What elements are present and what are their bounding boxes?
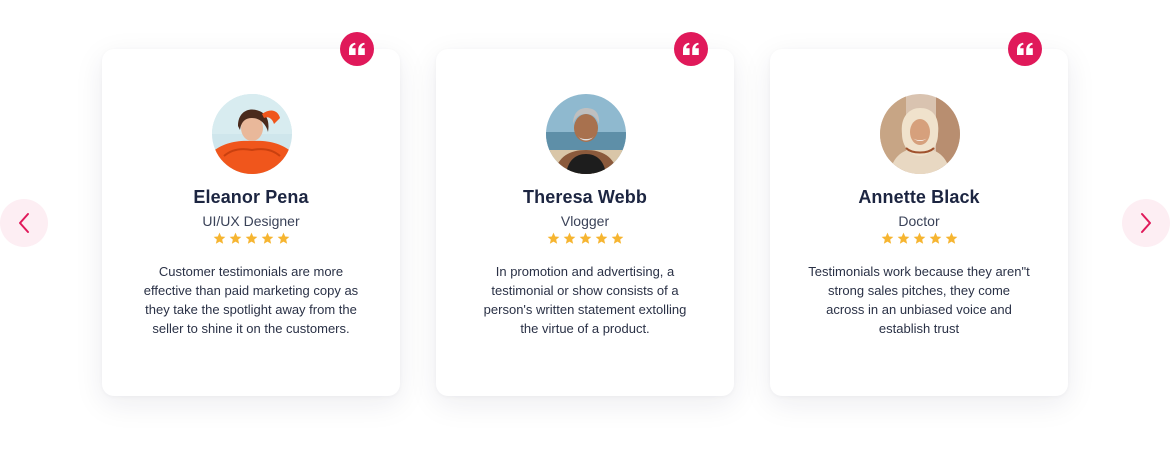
testimonial-card: Theresa Webb Vlogger In promotion and ad… (436, 32, 734, 396)
testimonial-name: Theresa Webb (523, 187, 647, 207)
next-button[interactable] (1122, 199, 1170, 247)
testimonial-role: Vlogger (560, 213, 610, 229)
star-icon (277, 232, 289, 244)
star-icon (245, 232, 257, 244)
star-icon (897, 232, 909, 244)
testimonial-quote: In promotion and advertising, a testimon… (483, 264, 687, 336)
quote-icon (1017, 42, 1033, 55)
star-rating (770, 232, 1068, 245)
chevron-left-icon (19, 213, 29, 233)
testimonial-role: Doctor (898, 213, 940, 229)
testimonial-name: Eleanor Pena (193, 187, 309, 207)
testimonial-card: Annette Black Doctor Testimonials work b… (770, 32, 1068, 396)
star-icon (913, 232, 925, 244)
star-icon (579, 232, 591, 244)
star-icon (547, 232, 559, 244)
quote-badge (340, 32, 374, 66)
star-rating (436, 232, 734, 245)
star-icon (611, 232, 623, 244)
avatar (212, 94, 292, 174)
star-icon (595, 232, 607, 244)
star-icon (881, 232, 893, 244)
testimonial-quote: Testimonials work because they aren"t st… (808, 264, 1030, 336)
testimonial-quote: Customer testimonials are more effective… (143, 264, 359, 336)
star-icon (261, 232, 273, 244)
star-icon (213, 232, 225, 244)
testimonials-section: Eleanor Pena UI/UX Designer Customer tes… (0, 0, 1170, 450)
quote-badge (674, 32, 708, 66)
testimonial-role: UI/UX Designer (202, 213, 300, 229)
quote-badge (1008, 32, 1042, 66)
avatar (880, 94, 960, 174)
quote-icon (683, 42, 699, 55)
testimonial-card: Eleanor Pena UI/UX Designer Customer tes… (102, 32, 400, 396)
star-icon (229, 232, 241, 244)
testimonial-name: Annette Black (858, 187, 980, 207)
chevron-right-icon (1141, 213, 1151, 233)
quote-icon (349, 42, 365, 55)
avatar (546, 94, 626, 174)
prev-button[interactable] (0, 199, 48, 247)
star-rating (102, 232, 400, 245)
star-icon (563, 232, 575, 244)
star-icon (929, 232, 941, 244)
star-icon (945, 232, 957, 244)
